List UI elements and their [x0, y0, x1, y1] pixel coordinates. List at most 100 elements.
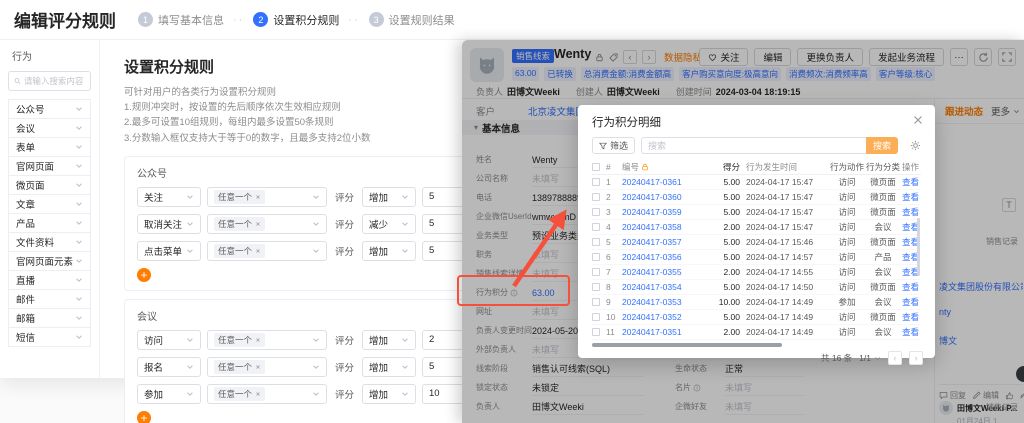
row-checkbox[interactable] — [592, 208, 600, 216]
sidebar-item-官网页面元素[interactable]: 官网页面元素 — [9, 252, 90, 271]
row-checkbox[interactable] — [592, 238, 600, 246]
chevron-down-icon — [186, 390, 194, 398]
row-view-link[interactable]: 查看 — [902, 326, 921, 338]
remove-tag-icon[interactable] — [255, 337, 261, 343]
target-select[interactable]: 任意一个 — [207, 187, 327, 207]
sidebar-item-表单[interactable]: 表单 — [9, 138, 90, 157]
remove-tag-icon[interactable] — [255, 364, 261, 370]
sidebar-item-产品[interactable]: 产品 — [9, 214, 90, 233]
sidebar-item-微页面[interactable]: 微页面 — [9, 176, 90, 195]
row-checkbox[interactable] — [592, 328, 600, 336]
sidebar-item-文件资料[interactable]: 文件资料 — [9, 233, 90, 252]
add-rule-button[interactable]: + — [137, 268, 151, 282]
target-tag: 任意一个 — [214, 244, 265, 258]
score-row-20240417-0361: 120240417-03615.002024-04-17 15:47访问微页面查… — [592, 175, 921, 190]
row-checkbox[interactable] — [592, 283, 600, 291]
row-code-link[interactable]: 20240417-0359 — [622, 207, 710, 217]
row-code-link[interactable]: 20240417-0361 — [622, 177, 710, 187]
row-view-link[interactable]: 查看 — [902, 281, 921, 293]
row-checkbox[interactable] — [592, 178, 600, 186]
remove-tag-icon[interactable] — [255, 391, 261, 397]
target-select[interactable]: 任意一个 — [207, 214, 327, 234]
next-page-button[interactable]: › — [909, 351, 923, 365]
operation-select[interactable]: 增加 — [362, 187, 416, 207]
operation-select[interactable]: 增加 — [362, 330, 416, 350]
sidebar-item-官网页面[interactable]: 官网页面 — [9, 157, 90, 176]
search-input[interactable] — [24, 76, 85, 86]
row-code-link[interactable]: 20240417-0360 — [622, 192, 710, 202]
row-action: 访问 — [830, 236, 864, 248]
select-value: 关注 — [144, 190, 163, 204]
remove-tag-icon[interactable] — [255, 221, 261, 227]
step-3[interactable]: 3设置规则结果 — [369, 12, 455, 28]
sidebar-item-邮箱[interactable]: 邮箱 — [9, 309, 90, 328]
row-view-link[interactable]: 查看 — [902, 176, 921, 188]
sidebar-search[interactable] — [8, 71, 91, 91]
score-detail-modal: 行为积分明细 筛选 搜索 #编号得分行为发生时间行为动作行为分类操作 12024… — [578, 105, 935, 358]
row-checkbox[interactable] — [592, 193, 600, 201]
chevron-down-icon — [75, 143, 83, 151]
row-code-link[interactable]: 20240417-0351 — [622, 327, 710, 337]
row-checkbox[interactable] — [592, 298, 600, 306]
row-category: 微页面 — [864, 281, 902, 293]
action-select[interactable]: 访问 — [137, 330, 201, 350]
add-rule-button[interactable]: + — [137, 411, 151, 423]
horizontal-scrollbar[interactable] — [592, 343, 782, 347]
operation-select[interactable]: 增加 — [362, 357, 416, 377]
row-code-link[interactable]: 20240417-0356 — [622, 252, 710, 262]
row-code-link[interactable]: 20240417-0352 — [622, 312, 710, 322]
step-2[interactable]: 2设置积分规则 — [253, 12, 339, 28]
action-select[interactable]: 参加 — [137, 384, 201, 404]
row-code-link[interactable]: 20240417-0358 — [622, 222, 710, 232]
score-row-20240417-0358: 420240417-03582.002024-04-17 15:47访问会议查看 — [592, 220, 921, 235]
operation-select[interactable]: 减少 — [362, 214, 416, 234]
row-code-link[interactable]: 20240417-0353 — [622, 297, 710, 307]
row-code-link[interactable]: 20240417-0354 — [622, 282, 710, 292]
vertical-scrollbar[interactable] — [917, 218, 920, 276]
select-all-checkbox[interactable] — [592, 163, 600, 171]
target-select[interactable]: 任意一个 — [207, 384, 327, 404]
lock-icon — [641, 163, 649, 171]
chevron-down-icon — [312, 390, 320, 398]
sidebar-item-邮件[interactable]: 邮件 — [9, 290, 90, 309]
row-view-link[interactable]: 查看 — [902, 311, 921, 323]
action-select[interactable]: 报名 — [137, 357, 201, 377]
row-code-link[interactable]: 20240417-0355 — [622, 267, 710, 277]
prev-page-button[interactable]: ‹ — [888, 351, 902, 365]
operation-select[interactable]: 增加 — [362, 241, 416, 261]
target-select[interactable]: 任意一个 — [207, 241, 327, 261]
target-select[interactable]: 任意一个 — [207, 330, 327, 350]
remove-tag-icon[interactable] — [255, 248, 261, 254]
chevron-down-icon — [75, 257, 83, 265]
step-1[interactable]: 1填写基本信息 — [138, 12, 224, 28]
target-select[interactable]: 任意一个 — [207, 357, 327, 377]
sidebar-item-文章[interactable]: 文章 — [9, 195, 90, 214]
row-view-link[interactable]: 查看 — [902, 296, 921, 308]
row-view-link[interactable]: 查看 — [902, 191, 921, 203]
sidebar-item-公众号[interactable]: 公众号 — [9, 100, 90, 119]
close-icon[interactable] — [911, 113, 925, 127]
remove-tag-icon[interactable] — [255, 194, 261, 200]
sidebar-item-短信[interactable]: 短信 — [9, 328, 90, 347]
operation-select[interactable]: 增加 — [362, 384, 416, 404]
action-select[interactable]: 取消关注 — [137, 214, 201, 234]
gear-icon[interactable] — [910, 140, 921, 151]
modal-title: 行为积分明细 — [578, 105, 935, 137]
page-select[interactable]: 1/1 — [859, 353, 881, 363]
row-score: 5.00 — [710, 282, 746, 292]
row-view-link[interactable]: 查看 — [902, 206, 921, 218]
select-value: 取消关注 — [144, 217, 182, 231]
row-checkbox[interactable] — [592, 223, 600, 231]
row-checkbox[interactable] — [592, 313, 600, 321]
sidebar-item-直播[interactable]: 直播 — [9, 271, 90, 290]
row-code-link[interactable]: 20240417-0357 — [622, 237, 710, 247]
modal-search-button[interactable]: 搜索 — [866, 137, 898, 154]
modal-search-input[interactable] — [641, 137, 866, 154]
sidebar-item-会议[interactable]: 会议 — [9, 119, 90, 138]
row-checkbox[interactable] — [592, 253, 600, 261]
step-number: 2 — [253, 12, 268, 27]
filter-button[interactable]: 筛选 — [592, 137, 635, 154]
action-select[interactable]: 关注 — [137, 187, 201, 207]
row-checkbox[interactable] — [592, 268, 600, 276]
action-select[interactable]: 点击菜单 — [137, 241, 201, 261]
